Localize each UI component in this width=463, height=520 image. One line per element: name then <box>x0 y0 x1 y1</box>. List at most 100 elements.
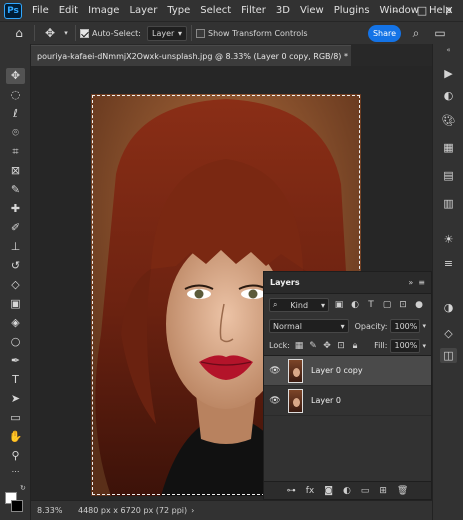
blur-tool-icon[interactable]: ◈ <box>6 315 25 331</box>
menu-select[interactable]: Select <box>195 0 236 21</box>
opacity-field[interactable]: 100% <box>390 319 421 333</box>
layer-name[interactable]: Layer 0 copy <box>311 366 363 375</box>
clone-stamp-icon[interactable]: ⊥ <box>6 239 25 255</box>
color-panel-icon[interactable]: ◐ <box>440 88 457 103</box>
hand-tool-icon[interactable]: ✋ <box>6 429 25 445</box>
zoom-tool-icon[interactable]: ⚲ <box>6 448 25 464</box>
menu-file[interactable]: File <box>27 0 54 21</box>
workspace-icon[interactable]: ▭ <box>429 24 451 42</box>
quick-selection-tool-icon[interactable]: ⌾ <box>6 125 25 141</box>
swap-colors-icon[interactable]: ↻ <box>20 484 28 492</box>
auto-select-dropdown[interactable]: Layer ▾ <box>146 25 187 41</box>
chevron-down-icon: ▾ <box>177 28 182 38</box>
zoom-level[interactable]: 8.33% <box>31 506 78 515</box>
lock-transparency-icon[interactable]: ▦ <box>294 340 304 352</box>
filter-smart-object-icon[interactable]: ⊡ <box>397 299 409 311</box>
patterns-panel-icon[interactable]: ▥ <box>440 196 457 211</box>
path-selection-icon[interactable]: ➤ <box>6 391 25 407</box>
filter-pixel-icon[interactable]: ▣ <box>333 299 345 311</box>
eraser-tool-icon[interactable]: ◇ <box>6 277 25 293</box>
document-tab[interactable]: pouriya-kafaei-dNmmjX2Owxk-unsplash.jpg … <box>31 45 351 66</box>
layer-row[interactable]: 👁︎ Layer 0 <box>264 386 431 416</box>
layer-name[interactable]: Layer 0 <box>311 396 341 405</box>
visibility-eye-icon[interactable]: 👁︎ <box>264 366 286 376</box>
divider <box>34 25 35 41</box>
marquee-tool-icon[interactable]: ◌ <box>6 87 25 103</box>
gradient-tool-icon[interactable]: ▣ <box>6 296 25 312</box>
chevron-down-icon[interactable]: ▾ <box>422 322 426 330</box>
filter-shape-icon[interactable]: ▢ <box>381 299 393 311</box>
fill-value: 100% <box>394 341 418 350</box>
dodge-tool-icon[interactable]: ○ <box>6 334 25 350</box>
layers-panel-header: Layers » ≡ <box>264 272 431 294</box>
properties-panel-icon[interactable]: ≡ <box>440 256 457 271</box>
maximize-button[interactable]: □ <box>410 0 434 21</box>
history-brush-icon[interactable]: ↺ <box>6 258 25 274</box>
healing-brush-icon[interactable]: ✚ <box>6 201 25 217</box>
filter-adjustment-icon[interactable]: ◐ <box>349 299 361 311</box>
status-menu-arrow[interactable]: › <box>191 506 194 515</box>
minimize-button[interactable]: – <box>384 0 408 21</box>
adjustments-panel-icon[interactable]: ◑ <box>440 300 457 315</box>
search-icon[interactable]: ⌕ <box>405 24 427 42</box>
chevron-down-icon[interactable]: ▾ <box>61 24 71 42</box>
collapse-panel-icon[interactable]: » <box>408 278 413 287</box>
more-tools-icon[interactable]: ⋯ <box>6 464 25 480</box>
brush-tool-icon[interactable]: ✐ <box>6 220 25 236</box>
pen-tool-icon[interactable]: ✒ <box>6 353 25 369</box>
auto-select-checkbox[interactable] <box>80 28 89 38</box>
visibility-eye-icon[interactable]: 👁︎ <box>264 396 286 406</box>
delete-layer-icon[interactable]: 🗑︎ <box>397 486 408 496</box>
close-window-button[interactable]: ✕ <box>437 0 461 21</box>
lock-pixels-icon[interactable]: ✎ <box>308 340 318 352</box>
eyedropper-tool-icon[interactable]: ✎ <box>6 182 25 198</box>
crop-tool-icon[interactable]: ⌗ <box>6 144 25 160</box>
layer-row[interactable]: 👁︎ Layer 0 copy <box>264 356 431 386</box>
fill-field[interactable]: 100% <box>390 338 421 353</box>
grid-panel-icon[interactable]: ▦ <box>440 140 457 155</box>
move-tool-icon[interactable]: ✥ <box>6 68 25 84</box>
home-icon[interactable]: ⌂ <box>8 24 30 42</box>
channels-panel-icon[interactable]: ◇ <box>440 326 457 341</box>
background-color-swatch[interactable] <box>11 500 23 512</box>
layers-panel-title[interactable]: Layers <box>270 278 300 287</box>
filter-toggle-icon[interactable]: ● <box>413 299 425 311</box>
auto-select-value: Layer <box>151 28 175 38</box>
rectangle-tool-icon[interactable]: ▭ <box>6 410 25 426</box>
lightbulb-icon[interactable]: ☀ <box>440 232 457 247</box>
filter-type-icon[interactable]: T <box>365 299 377 311</box>
lock-all-icon[interactable]: 🔒︎ <box>350 340 360 352</box>
history-panel-icon[interactable]: ▶ <box>440 66 457 81</box>
new-group-icon[interactable]: ▭ <box>361 486 370 496</box>
layers-panel-icon[interactable]: ◫ <box>440 348 457 363</box>
menu-view[interactable]: View <box>295 0 329 21</box>
move-tool-icon[interactable]: ✥ <box>39 24 61 42</box>
add-mask-icon[interactable]: ◙ <box>324 486 333 496</box>
link-layers-icon[interactable]: ⊶ <box>287 486 296 496</box>
chevron-down-icon[interactable]: ▾ <box>422 342 426 350</box>
lasso-tool-icon[interactable]: ℓ <box>6 106 25 122</box>
menu-3d[interactable]: 3D <box>271 0 295 21</box>
layer-style-icon[interactable]: fx <box>306 486 315 496</box>
lock-position-icon[interactable]: ✥ <box>322 340 332 352</box>
lock-artboard-icon[interactable]: ⊡ <box>336 340 346 352</box>
menu-layer[interactable]: Layer <box>124 0 162 21</box>
frame-tool-icon[interactable]: ⊠ <box>6 163 25 179</box>
menu-type[interactable]: Type <box>162 0 195 21</box>
menu-plugins[interactable]: Plugins <box>329 0 375 21</box>
filter-kind-dropdown[interactable]: ⌕ Kind ▾ <box>269 298 329 312</box>
panel-menu-icon[interactable]: ≡ <box>418 278 425 287</box>
adjustment-layer-icon[interactable]: ◐ <box>343 486 351 496</box>
menu-image[interactable]: Image <box>83 0 124 21</box>
menu-edit[interactable]: Edit <box>54 0 83 21</box>
menu-filter[interactable]: Filter <box>236 0 271 21</box>
swatches-panel-icon[interactable]: 🎨︎ <box>440 113 457 128</box>
type-tool-icon[interactable]: T <box>6 372 25 388</box>
share-button[interactable]: Share <box>368 25 401 42</box>
gradients-panel-icon[interactable]: ▤ <box>440 168 457 183</box>
new-layer-icon[interactable]: ⊞ <box>379 486 387 496</box>
show-transform-checkbox[interactable] <box>195 28 205 38</box>
document-size-info: 4480 px x 6720 px (72 ppi) <box>78 506 188 515</box>
collapse-panels-icon[interactable]: « <box>437 46 460 54</box>
blend-mode-dropdown[interactable]: Normal ▾ <box>269 319 349 333</box>
